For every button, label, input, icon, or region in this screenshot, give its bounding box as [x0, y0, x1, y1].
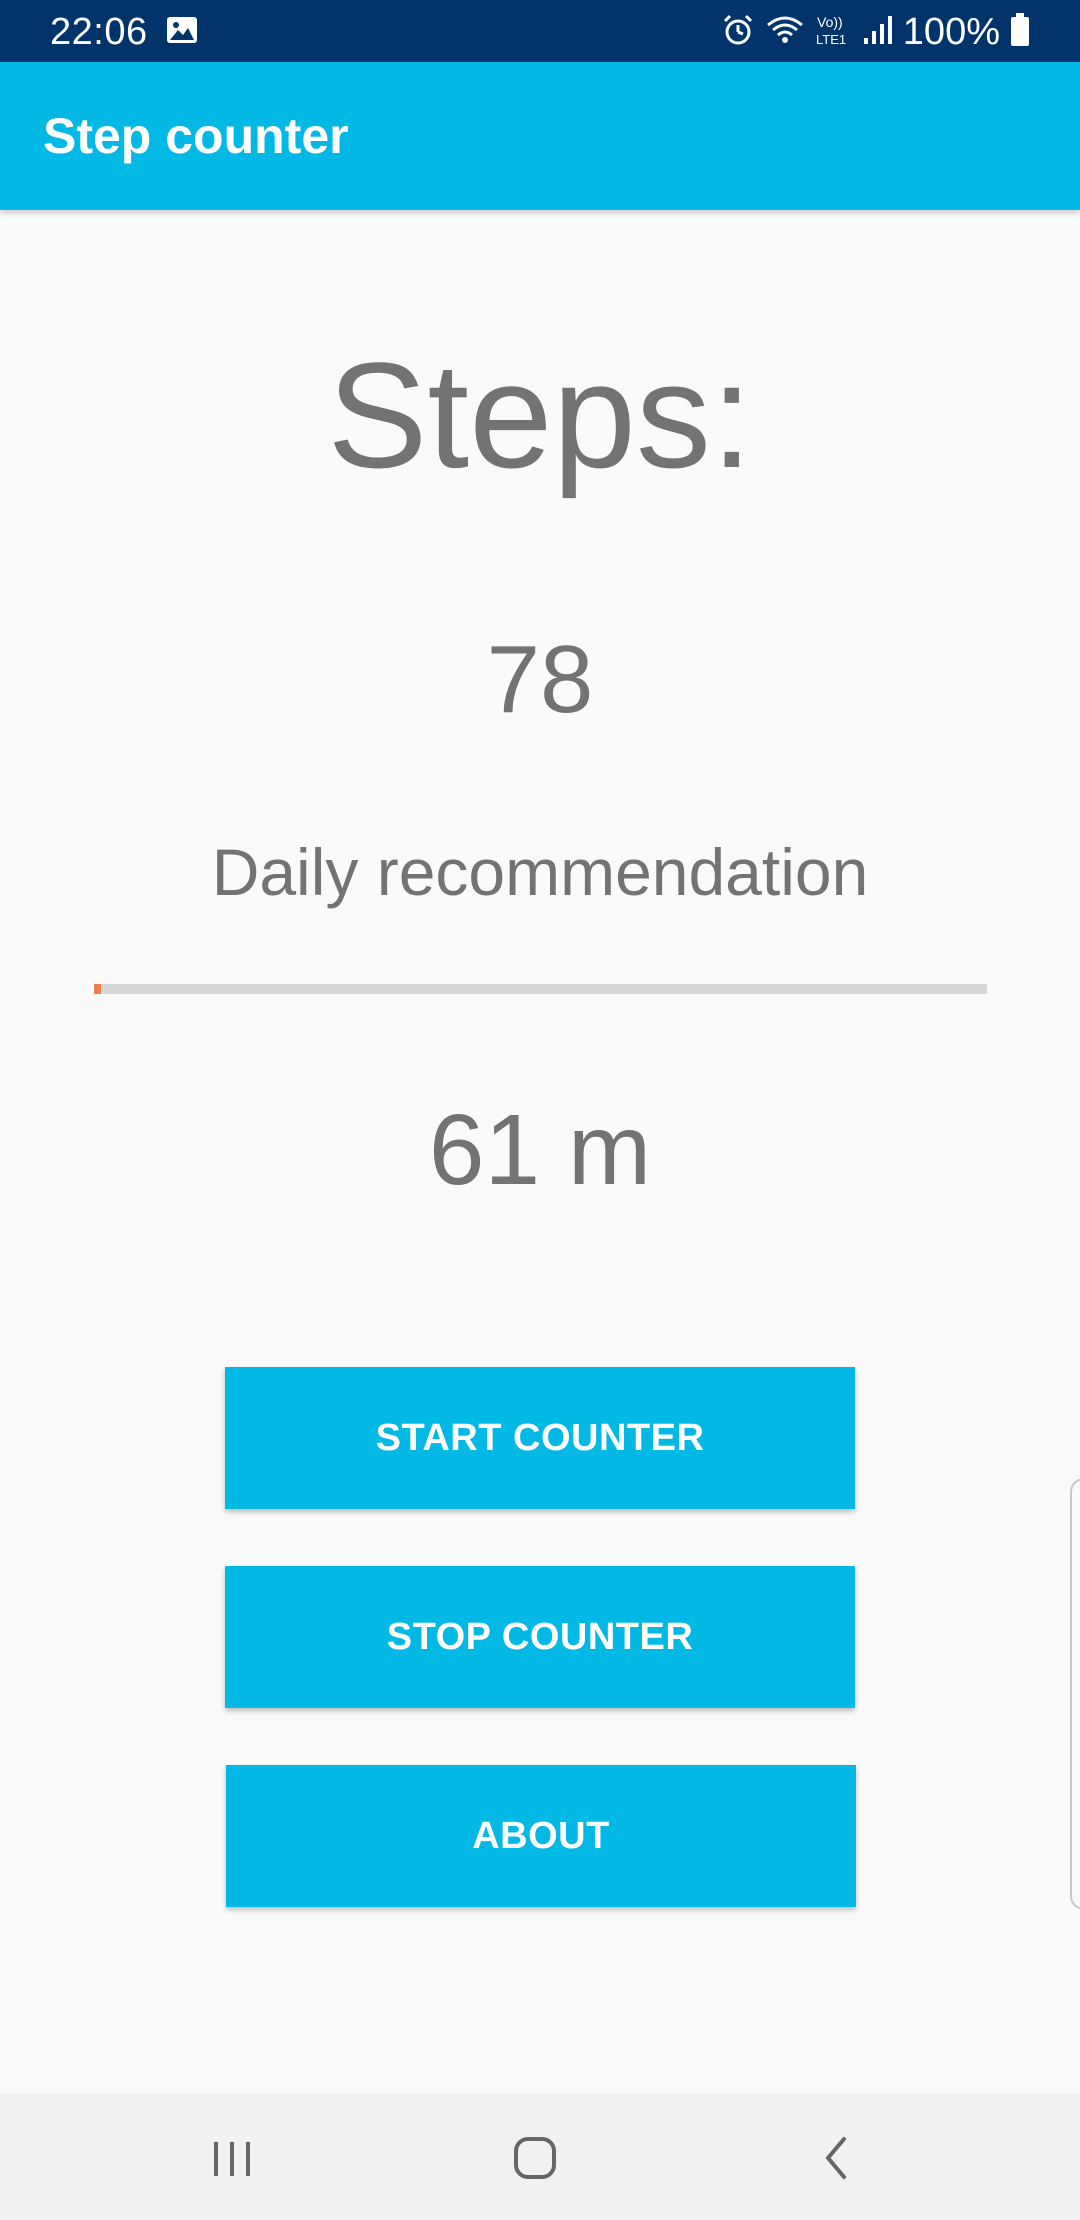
- daily-progress-bar: [94, 984, 987, 994]
- steps-count: 78: [486, 626, 594, 733]
- daily-recommendation-label: Daily recommendation: [211, 835, 869, 909]
- steps-label: Steps:: [327, 331, 753, 499]
- status-bar: 22:06 Vo)) LTE1 100%: [0, 0, 1080, 62]
- edge-panel-handle[interactable]: [1070, 1478, 1080, 1910]
- signal-icon: [863, 14, 893, 51]
- svg-text:Vo)): Vo)): [817, 14, 843, 30]
- status-icons: Vo)) LTE1 100%: [721, 8, 1030, 56]
- wifi-icon: [765, 13, 805, 52]
- app-screen: 22:06 Vo)) LTE1 100% Step counter Steps:…: [0, 0, 1080, 2220]
- recents-icon[interactable]: [187, 2113, 277, 2203]
- distance-value: 61 m: [428, 1094, 652, 1206]
- battery-icon: [1010, 12, 1030, 52]
- image-icon: [166, 16, 198, 44]
- start-counter-button[interactable]: START COUNTER: [225, 1367, 855, 1509]
- status-time: 22:06: [50, 11, 148, 53]
- about-button[interactable]: ABOUT: [226, 1765, 856, 1907]
- stop-counter-button[interactable]: STOP COUNTER: [225, 1566, 855, 1708]
- daily-progress-fill: [94, 984, 101, 994]
- app-bar: Step counter: [0, 62, 1080, 210]
- home-icon[interactable]: [490, 2113, 580, 2203]
- battery-percent: 100%: [902, 11, 1000, 53]
- svg-text:LTE1: LTE1: [816, 32, 846, 47]
- alarm-icon: [721, 13, 755, 52]
- back-icon[interactable]: [792, 2113, 882, 2203]
- navigation-bar: [0, 2093, 1080, 2220]
- app-title: Step counter: [43, 108, 349, 164]
- volte-lte-icon: Vo)) LTE1: [815, 11, 853, 54]
